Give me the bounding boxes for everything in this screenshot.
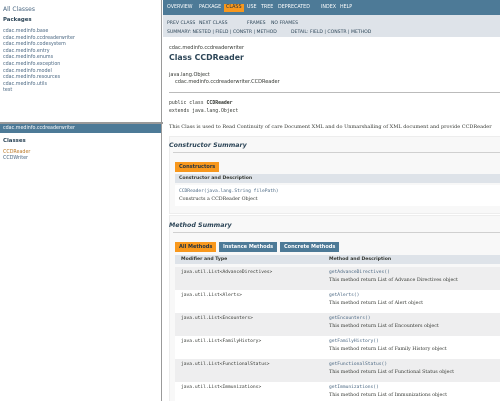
divider (169, 92, 500, 93)
nav-tree[interactable]: TREE (261, 0, 273, 15)
prev-class-label: PREV CLASS (167, 21, 196, 26)
modifier-type-header: Modifier and Type (181, 257, 228, 262)
method-return-type: java.util.List<FamilyHistory> (181, 339, 262, 344)
method-table-header: Modifier and Type Method and Description (175, 255, 500, 264)
tab-all-methods[interactable]: All Methods (175, 242, 217, 252)
method-table: java.util.List<AdvanceDirectives> getAdv… (175, 267, 500, 401)
package-link[interactable]: cdac.medinfo.utils (3, 82, 75, 89)
class-list: CCDReader CCDWriter (3, 150, 30, 163)
constructor-link[interactable]: CCDReader(java.lang.String filePath) (179, 189, 279, 194)
method-return-type: java.util.List<Alerts> (181, 293, 242, 298)
package-link[interactable]: test (3, 88, 75, 95)
classes-frame[interactable]: cdac.medinfo.ccdreaderwriter Classes CCD… (0, 124, 162, 401)
table-row: java.util.List<Alerts> getAlerts() This … (175, 290, 500, 313)
package-link[interactable]: cdac.medinfo.base (3, 29, 75, 36)
tab-concrete-methods[interactable]: Concrete Methods (280, 242, 340, 252)
no-frames-link[interactable]: NO FRAMES (271, 21, 298, 26)
inheritance-root: java.lang.Object (169, 72, 210, 78)
page-title: Class CCDReader (169, 53, 244, 62)
nav-package[interactable]: PACKAGE (199, 0, 221, 15)
method-description: This method return List of Alert object (329, 301, 424, 306)
signature-class-name: CCDReader (206, 101, 233, 106)
signature-prefix: public class (169, 101, 207, 106)
method-return-type: java.util.List<FunctionalStatus> (181, 362, 270, 367)
sub-nav-bar: PREV CLASS NEXT CLASS FRAMES NO FRAMES S… (163, 15, 500, 37)
method-description: This method return List of Functional St… (329, 370, 455, 375)
nav-deprecated[interactable]: DEPRECATED (278, 0, 310, 15)
nav-class: CLASS (224, 4, 244, 12)
top-nav-bar: OVERVIEW PACKAGE CLASS USE TREE DEPRECAT… (163, 0, 500, 15)
classes-heading: Classes (3, 138, 26, 144)
method-description: This method return List of Advance Direc… (329, 278, 458, 283)
class-link-ccdwriter[interactable]: CCDWriter (3, 156, 30, 162)
frames-link[interactable]: FRAMES (247, 21, 266, 26)
detail-links[interactable]: DETAIL: FIELD | CONSTR | METHOD (291, 30, 371, 35)
constructor-summary-title: Constructor Summary (169, 142, 247, 149)
table-row: java.util.List<Encounters> getEncounters… (175, 313, 500, 336)
method-link[interactable]: getAdvanceDirectives() (329, 270, 390, 275)
table-row: java.util.List<Immunizations> getImmuniz… (175, 382, 500, 401)
class-doc-frame: OVERVIEW PACKAGE CLASS USE TREE DEPRECAT… (163, 0, 500, 401)
package-name: cdac.medinfo.ccdreaderwriter (169, 45, 245, 51)
method-link[interactable]: getImmunizations() (329, 385, 379, 390)
package-link[interactable]: cdac.medinfo.exception (3, 62, 75, 69)
method-link[interactable]: getFamilyHistory() (329, 339, 379, 344)
divider (173, 152, 500, 153)
table-row: java.util.List<AdvanceDirectives> getAdv… (175, 267, 500, 290)
method-description: This method return List of Immunizations… (329, 393, 447, 398)
summary-links[interactable]: SUMMARY: NESTED | FIELD | CONSTR | METHO… (167, 30, 277, 35)
method-description-header: Method and Description (329, 257, 392, 262)
nav-use[interactable]: USE (247, 0, 257, 15)
constructor-column-header: Constructor and Description (179, 176, 253, 181)
table-row: java.util.List<FamilyHistory> getFamilyH… (175, 336, 500, 359)
package-link[interactable]: cdac.medinfo.enums (3, 55, 75, 62)
constructor-table-header: Constructor and Description (175, 174, 500, 183)
next-class-label: NEXT CLASS (199, 21, 228, 26)
nav-overview[interactable]: OVERVIEW (167, 0, 193, 15)
class-signature: public class CCDReader (169, 101, 233, 106)
packages-heading: Packages (3, 17, 32, 23)
tab-instance-methods[interactable]: Instance Methods (219, 242, 278, 252)
all-classes-link[interactable]: All Classes (3, 6, 35, 13)
method-description: This method return List of Encounters ob… (329, 324, 439, 329)
package-link[interactable]: cdac.medinfo.resources (3, 75, 75, 82)
inheritance-class: cdac.medinfo.ccdreaderwriter.CCDReader (175, 79, 280, 85)
method-link[interactable]: getAlerts() (329, 293, 359, 298)
package-list: cdac.medinfo.base cdac.medinfo.ccdreader… (3, 29, 75, 95)
method-link[interactable]: getFunctionalStatus() (329, 362, 387, 367)
method-description: This method return List of Family Histor… (329, 347, 447, 352)
table-row: java.util.List<FunctionalStatus> getFunc… (175, 359, 500, 382)
method-return-type: java.util.List<Immunizations> (181, 385, 262, 390)
packages-frame[interactable]: All Classes Packages cdac.medinfo.base c… (0, 0, 162, 122)
nav-index[interactable]: INDEX (321, 0, 336, 15)
method-return-type: java.util.List<Encounters> (181, 316, 253, 321)
class-description: This Class is used to Read Continuity of… (169, 124, 492, 130)
divider (173, 232, 500, 233)
method-return-type: java.util.List<AdvanceDirectives> (181, 270, 273, 275)
method-summary-title: Method Summary (169, 222, 232, 229)
nav-help[interactable]: HELP (340, 0, 352, 15)
method-link[interactable]: getEncounters() (329, 316, 371, 321)
table-row: CCDReader(java.lang.String filePath) Con… (175, 185, 500, 206)
class-extends: extends java.lang.Object (169, 109, 239, 114)
tab-constructors[interactable]: Constructors (175, 162, 220, 172)
package-title-bar[interactable]: cdac.medinfo.ccdreaderwriter (0, 124, 161, 133)
package-link[interactable]: cdac.medinfo.codesystem (3, 42, 75, 49)
constructor-description: Constructs a CCDReader Object (179, 197, 258, 202)
